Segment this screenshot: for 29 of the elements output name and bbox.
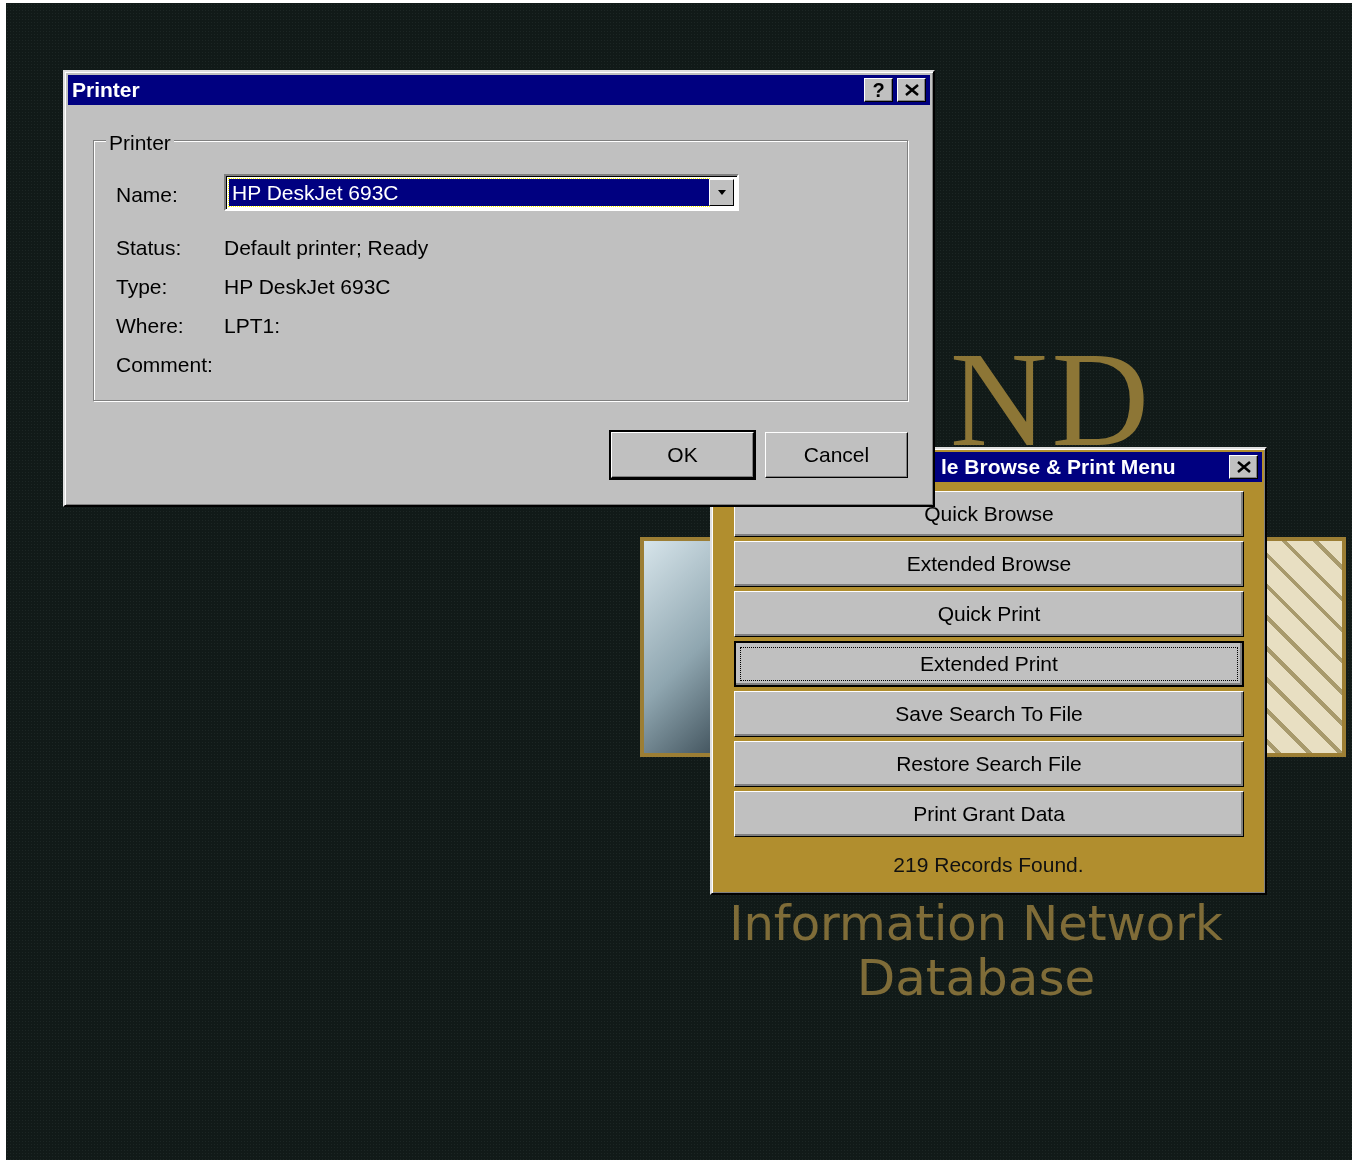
dialog-button[interactable]: OK [611,432,754,478]
menu-button[interactable]: Save Search To File [734,691,1244,737]
close-button[interactable] [897,78,926,102]
field-label: Where: [116,313,184,339]
close-button[interactable] [1229,455,1258,479]
help-button[interactable]: ? [864,78,893,102]
dialog-button[interactable]: Cancel [765,432,908,478]
field-value: Default printer; Ready [224,235,429,261]
window-title: le Browse & Print Menu [941,454,1177,481]
status-text: 219 Records Found. [892,852,1085,878]
subtitle-text: Information Network [728,899,1224,947]
logo-text: ND [950,355,1153,445]
menu-button[interactable]: Print Grant Data [734,791,1244,837]
menu-button[interactable]: Restore Search File [734,741,1244,787]
field-value: HP DeskJet 693C [224,274,391,300]
field-label: Comment: [116,352,213,378]
menu-button[interactable]: Extended Print [734,641,1244,687]
dropdown-arrow-icon [716,189,727,196]
subtitle-text: Database [855,953,1097,1003]
menu-button[interactable]: Quick Print [734,591,1244,637]
menu-button[interactable]: Extended Browse [734,541,1244,587]
field-label: Name: [116,182,178,208]
printer-select[interactable]: HP DeskJet 693C [224,174,739,211]
field-label: Type: [116,274,168,300]
field-value: LPT1: [224,313,281,339]
close-icon [1236,461,1251,473]
window-title: Printer [72,77,141,104]
close-icon [904,84,919,96]
field-label: Status: [116,235,182,261]
